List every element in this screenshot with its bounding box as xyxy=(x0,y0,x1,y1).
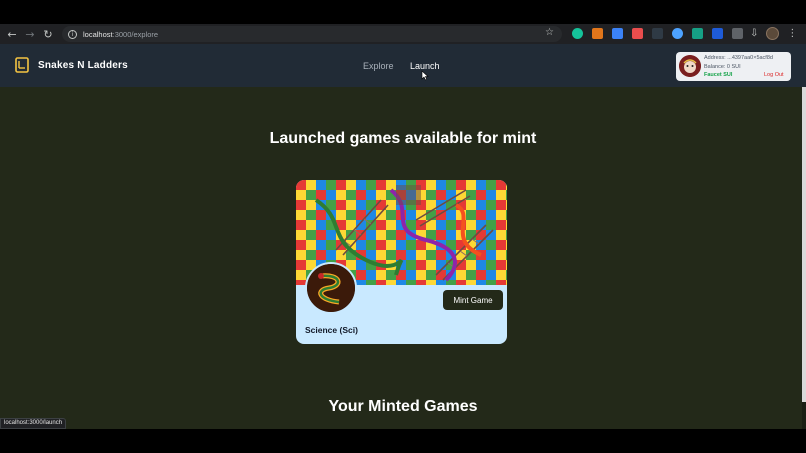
url-host: localhost xyxy=(83,29,113,39)
link-status-bubble: localhost:3000/launch xyxy=(0,418,67,429)
launched-games-heading: Launched games available for mint xyxy=(269,130,537,147)
game-avatar-image xyxy=(305,262,357,314)
browser-toolbar: ← → ↻ i localhost:3000/explore ☆ ⇩ ⋮ xyxy=(0,24,806,44)
site-info-icon[interactable]: i xyxy=(68,29,77,39)
logout-link[interactable]: Log Out xyxy=(764,72,784,78)
more-menu-icon[interactable]: ⋮ xyxy=(787,28,797,39)
brand-name[interactable]: Snakes N Ladders xyxy=(38,60,128,71)
nav-explore[interactable]: Explore xyxy=(363,61,394,71)
mint-game-button[interactable]: Mint Game xyxy=(443,290,503,310)
extension-drop-icon[interactable] xyxy=(672,28,683,39)
bookmark-star-icon[interactable]: ☆ xyxy=(545,27,554,38)
wallet-balance: Balance: 0 SUI xyxy=(704,64,741,70)
address-bar[interactable]: i localhost:3000/explore ☆ xyxy=(62,26,562,42)
extensions-bar xyxy=(572,28,743,39)
wallet-panel: Address: ...4397aa0×5acf8d Balance: 0 SU… xyxy=(676,52,791,81)
game-card[interactable]: Mint Game Science (Sci) xyxy=(296,180,507,344)
app-header: Snakes N Ladders Explore Launch Address:… xyxy=(0,44,806,87)
profile-avatar[interactable] xyxy=(766,27,780,40)
scrollbar-thumb[interactable] xyxy=(802,87,806,402)
letterbox-top xyxy=(0,0,806,24)
mouse-cursor-icon xyxy=(421,70,429,81)
extension-metamask-icon[interactable] xyxy=(592,28,603,39)
wallet-avatar xyxy=(679,55,701,77)
extension-cross-icon[interactable] xyxy=(652,28,663,39)
extension-red-icon[interactable] xyxy=(632,28,643,39)
reload-icon[interactable]: ↻ xyxy=(39,25,57,43)
forward-icon[interactable]: → xyxy=(21,25,39,43)
letterbox-bottom xyxy=(0,429,806,453)
download-icon[interactable]: ⇩ xyxy=(750,28,758,39)
logo-icon[interactable] xyxy=(15,57,29,73)
faucet-link[interactable]: Faucet SUI xyxy=(704,72,732,78)
wallet-address: Address: ...4397aa0×5acf8d xyxy=(704,55,773,61)
main-content: Launched games available for mint Mint G… xyxy=(0,87,806,429)
back-icon[interactable]: ← xyxy=(3,25,21,43)
extensions-puzzle-icon[interactable] xyxy=(732,28,743,39)
extension-blue-icon[interactable] xyxy=(712,28,723,39)
extension-shield-icon[interactable] xyxy=(612,28,623,39)
minted-games-heading: Your Minted Games xyxy=(328,398,478,415)
extension-layers-icon[interactable] xyxy=(692,28,703,39)
url-path: :3000/explore xyxy=(112,29,159,39)
extension-grammar-icon[interactable] xyxy=(572,28,583,39)
game-title: Science (Sci) xyxy=(305,325,358,335)
